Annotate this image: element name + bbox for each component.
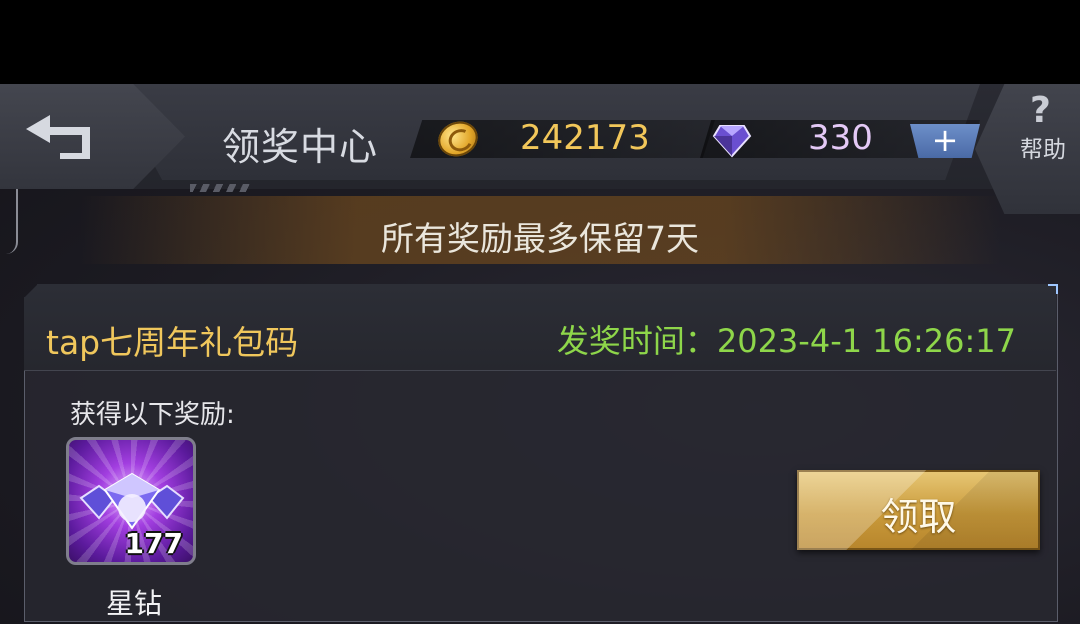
help-icon: ? [1030,90,1051,131]
claim-button-label: 领取 [880,495,957,539]
help-label: 帮助 [1020,137,1066,163]
back-arrow-icon [26,114,90,159]
notice-text: 所有奖励最多保留7天 [381,219,699,258]
item-name: 星钻 [106,587,163,620]
panel-corner-accent [1048,284,1058,294]
gem-value: 330 [808,118,873,158]
rewards-label: 获得以下奖励: [70,400,235,430]
gift-code-title: tap七周年礼包码 [46,323,299,362]
coin-value: 242173 [520,118,650,158]
diamond-icon [712,125,752,158]
decorative-stripes [190,184,250,192]
page-title: 领奖中心 [222,125,379,169]
award-time: 发奖时间：2023-4-1 16:26:17 [556,322,1016,360]
reward-center-screen: 领奖中心 242173 330 + ? 帮助 所有奖励最多保留7天 tap七周年… [0,84,1080,624]
reward-item-card[interactable]: 177 [66,437,196,565]
claim-button[interactable]: 领取 [797,470,1040,550]
add-gems-button[interactable]: + [910,124,980,158]
item-count: 177 [124,527,183,560]
